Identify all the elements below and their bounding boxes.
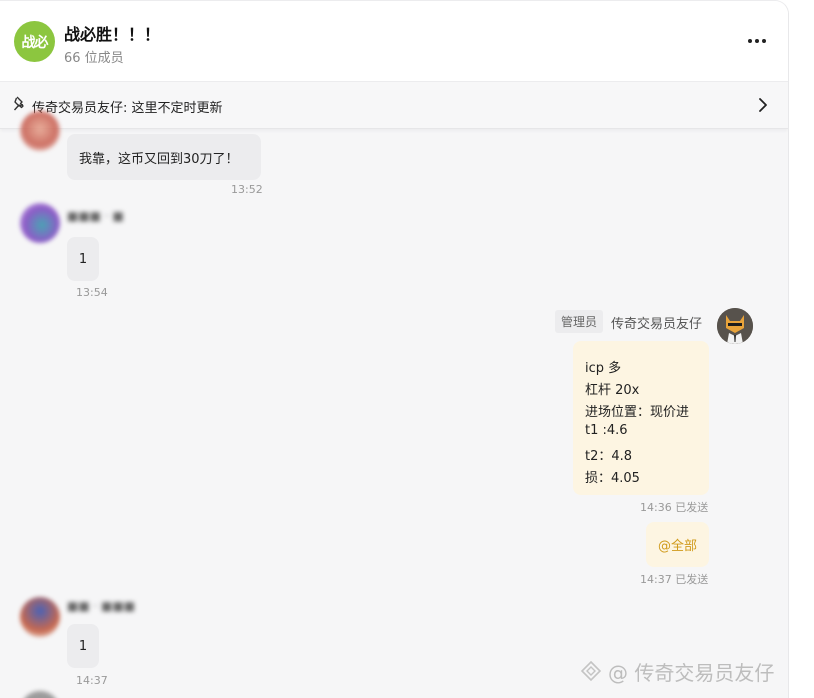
chat-header: 战必 战必胜！！！ 66 位成员 bbox=[0, 1, 788, 82]
pin-icon bbox=[13, 96, 24, 111]
diamond-logo-icon bbox=[580, 660, 602, 682]
message-time: 14:37 bbox=[76, 674, 108, 687]
message-text: 1 bbox=[78, 638, 88, 654]
message-line: 进场位置：现价进 bbox=[585, 405, 690, 420]
admin-badge: 管理员 bbox=[555, 310, 604, 333]
member-count[interactable]: 66 位成员 bbox=[64, 47, 124, 66]
message-line: 损：4.05 bbox=[585, 471, 640, 486]
avatar[interactable] bbox=[20, 597, 60, 637]
message-text: 1 bbox=[78, 251, 88, 267]
message-line: icp 多 bbox=[585, 361, 622, 376]
admin-avatar[interactable] bbox=[717, 308, 753, 344]
message-bubble-own[interactable]: @全部 bbox=[646, 522, 709, 567]
group-title: 战必胜！！！ bbox=[64, 25, 161, 44]
message-bubble[interactable]: 1 bbox=[67, 624, 99, 668]
message-bubble[interactable]: 1 bbox=[67, 237, 99, 281]
mention-all-link[interactable]: @全部 bbox=[658, 535, 697, 554]
message-text: 我靠，这币又回到30刀了！ bbox=[79, 151, 239, 167]
time-text: 14:37 bbox=[640, 573, 672, 586]
pinned-message-text: 传奇交易员友仔: 这里不定时更新 bbox=[32, 101, 223, 116]
message-list[interactable]: 我靠，这币又回到30刀了！ 13:52 ■■■ · ■ 1 13:54 管理员 … bbox=[0, 111, 788, 698]
sender-name[interactable]: 传奇交易员友仔 bbox=[611, 313, 702, 332]
message-time: 13:54 bbox=[76, 286, 108, 299]
more-options-icon[interactable] bbox=[748, 31, 770, 51]
message-line: t1 :4.6 bbox=[585, 423, 628, 438]
avatar[interactable] bbox=[20, 111, 60, 151]
time-text: 14:36 bbox=[640, 501, 672, 514]
chat-window: 战必 战必胜！！！ 66 位成员 传奇交易员友仔: 这里不定时更新 我靠，这币又… bbox=[0, 0, 789, 698]
message-line: t2：4.8 bbox=[585, 449, 633, 464]
watermark-text: @ 传奇交易员友仔 bbox=[608, 660, 775, 685]
avatar[interactable] bbox=[20, 203, 60, 243]
sender-name-blurred: ■■■ · ■ bbox=[67, 209, 124, 223]
sender-name-blurred: ■■ · ■■■ bbox=[67, 599, 136, 613]
message-time: 14:37 已发送 bbox=[640, 571, 708, 587]
pinned-message-bar[interactable]: 传奇交易员友仔: 这里不定时更新 bbox=[0, 82, 788, 129]
message-line: 杠杆 20x bbox=[585, 383, 640, 398]
group-avatar[interactable]: 战必 bbox=[14, 21, 55, 62]
chevron-right-icon bbox=[759, 98, 767, 112]
message-time: 13:52 bbox=[231, 183, 263, 196]
watermark: @ 传奇交易员友仔 bbox=[580, 656, 774, 686]
message-bubble[interactable]: 我靠，这币又回到30刀了！ bbox=[67, 134, 261, 180]
fox-avatar-icon bbox=[717, 308, 753, 344]
message-time: 14:36 已发送 bbox=[640, 499, 708, 515]
message-bubble-own[interactable]: icp 多 杠杆 20x 进场位置：现价进 t1 :4.6 t2：4.8 损：4… bbox=[573, 341, 709, 495]
sent-status: 已发送 bbox=[675, 573, 709, 586]
sent-status: 已发送 bbox=[675, 501, 709, 514]
